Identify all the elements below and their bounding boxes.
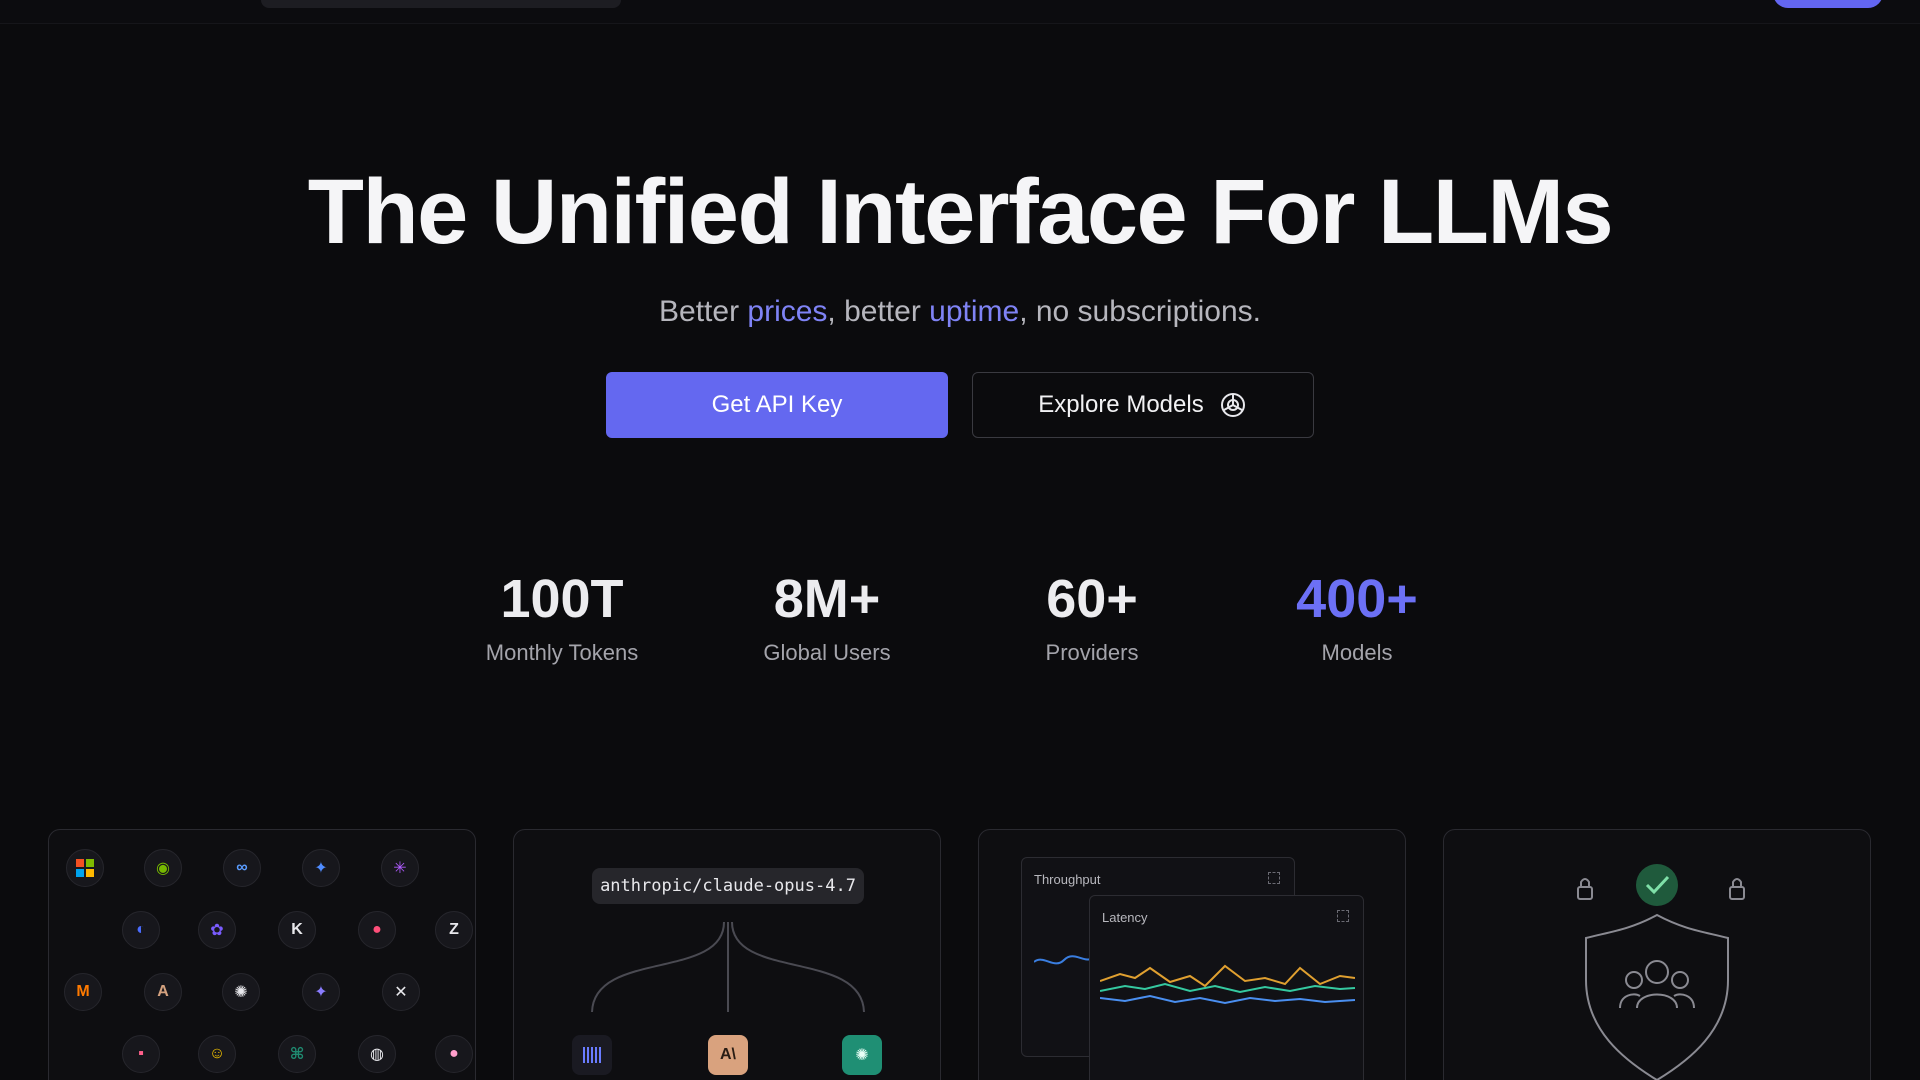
hero-subtitle: Better prices, better uptime, no subscri… xyxy=(0,295,1920,329)
expand-icon[interactable] xyxy=(1337,910,1349,922)
huggingface-logo-icon: ☺ xyxy=(198,1035,236,1073)
shield-users-icon xyxy=(1577,864,1745,1080)
subtitle-text: , no subscriptions. xyxy=(1019,295,1261,328)
windows-logo-icon xyxy=(66,849,104,887)
openai-provider-icon: ✺ xyxy=(842,1035,882,1075)
sparkle-logo-icon: ✦ xyxy=(302,973,340,1011)
stat-global-users: 8M+ Global Users xyxy=(717,568,937,666)
kimi-logo-icon: K xyxy=(278,911,316,949)
provider-logo-icon: ◍ xyxy=(358,1035,396,1073)
openai-icon xyxy=(1220,393,1245,417)
nvidia-logo-icon: ◉ xyxy=(144,849,182,887)
get-api-key-label: Get API Key xyxy=(711,391,843,418)
stat-label: Monthly Tokens xyxy=(485,640,639,665)
explore-models-button[interactable]: Explore Models xyxy=(972,372,1314,438)
stat-label: Models xyxy=(1321,640,1393,665)
provider-stripes-icon xyxy=(572,1035,612,1075)
anthropic-logo-icon: A xyxy=(144,973,182,1011)
subtitle-text: , better xyxy=(827,295,930,328)
stat-value: 100T xyxy=(500,569,624,629)
stat-providers: 60+ Providers xyxy=(982,568,1202,666)
hero-title: The Unified Interface For LLMs xyxy=(307,161,1614,263)
perplexity-logo-icon: ✳ xyxy=(381,849,419,887)
prices-link[interactable]: prices xyxy=(747,295,827,328)
stat-monthly-tokens: 100T Monthly Tokens xyxy=(452,568,672,666)
provider-logo-icon: ⌘ xyxy=(278,1035,316,1073)
throughput-line xyxy=(1034,955,1094,965)
routing-card[interactable]: anthropic/claude-opus-4.7 A\ ✺ xyxy=(513,829,941,1080)
stat-label: Global Users xyxy=(763,640,891,665)
provider-logo-icon: ● xyxy=(435,1035,473,1073)
latency-chart xyxy=(1100,964,1355,1005)
stat-label: Providers xyxy=(1045,640,1139,665)
search-input[interactable] xyxy=(261,0,621,8)
latency-title: Latency xyxy=(1102,910,1148,925)
sign-up-button[interactable] xyxy=(1773,0,1883,8)
providers-card[interactable]: ◉ ∞ ✦ ✳ ◐ ✿ K ● Z M A ✺ ✦ ✕ ▪ ☺ ⌘ ◍ ● xyxy=(48,829,476,1080)
stat-value: 400+ xyxy=(1296,569,1418,629)
throughput-title: Throughput xyxy=(1034,872,1101,887)
stat-models: 400+ Models xyxy=(1247,568,1467,666)
subtitle-text: Better xyxy=(659,295,748,328)
provider-logo-icon: ● xyxy=(358,911,396,949)
openai-logo-icon: ✺ xyxy=(222,973,260,1011)
get-api-key-button[interactable]: Get API Key xyxy=(606,372,948,438)
uptime-link[interactable]: uptime xyxy=(929,295,1019,328)
provider-logo-icon: ▪ xyxy=(122,1035,160,1073)
anthropic-provider-icon: A\ xyxy=(708,1035,748,1075)
security-card[interactable] xyxy=(1443,829,1871,1080)
stat-value: 60+ xyxy=(1046,569,1138,629)
metrics-card[interactable]: Throughput Latency xyxy=(978,829,1406,1080)
top-navigation-bar xyxy=(0,0,1920,24)
meta-logo-icon: ∞ xyxy=(223,849,261,887)
cohere-logo-icon: ✿ xyxy=(198,911,236,949)
explore-models-label: Explore Models xyxy=(1038,391,1204,418)
gemini-logo-icon: ✦ xyxy=(302,849,340,887)
expand-icon[interactable] xyxy=(1268,872,1280,884)
deepseek-logo-icon: ◐ xyxy=(122,911,160,949)
stat-value: 8M+ xyxy=(773,569,881,629)
zhipu-logo-icon: Z xyxy=(435,911,473,949)
mistral-logo-icon: M xyxy=(64,973,102,1011)
latency-panel: Latency xyxy=(1089,895,1364,1080)
xai-logo-icon: ✕ xyxy=(382,973,420,1011)
